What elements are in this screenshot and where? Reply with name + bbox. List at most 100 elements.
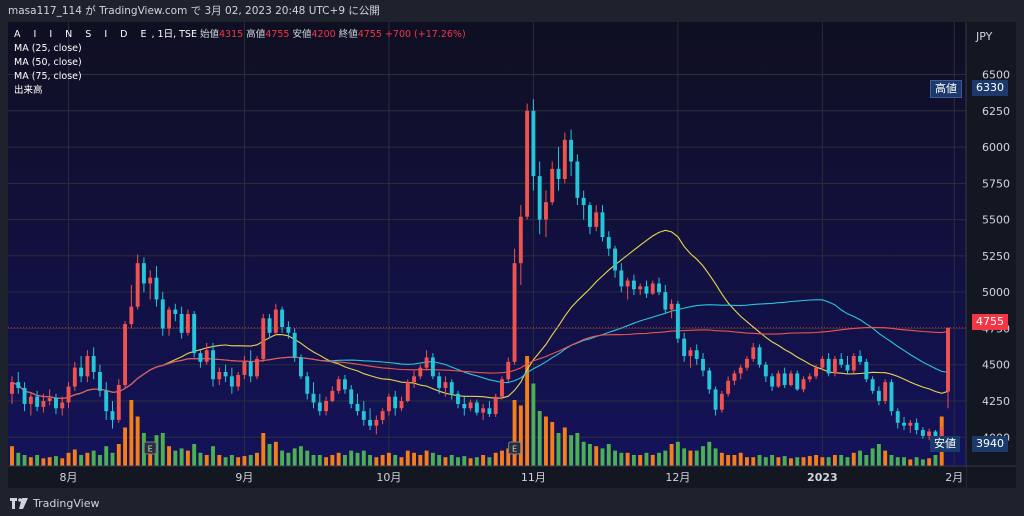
earnings-marker[interactable]: E bbox=[508, 441, 522, 455]
candle-body bbox=[650, 283, 655, 294]
volume-bar bbox=[110, 452, 115, 466]
volume-bar bbox=[324, 457, 329, 466]
candle-body bbox=[920, 430, 925, 436]
volume-bar bbox=[211, 446, 215, 466]
candle-body bbox=[870, 379, 875, 391]
legend-symbol-row: A I I N S I D E, 1日, TSE 始値4315 高値4755 安… bbox=[14, 28, 466, 42]
price-tick-label: 5750 bbox=[982, 177, 1010, 190]
volume-bar bbox=[317, 455, 322, 466]
volume-bar bbox=[299, 446, 303, 466]
earnings-marker[interactable]: E bbox=[143, 441, 157, 455]
time-tick-label: 8月 bbox=[60, 471, 78, 484]
volume-bar bbox=[47, 457, 52, 466]
candle-body bbox=[474, 402, 479, 413]
volume-bar bbox=[54, 456, 58, 466]
legend-volume[interactable]: 出来高 bbox=[14, 84, 466, 98]
tradingview-logo[interactable]: TradingView bbox=[10, 497, 99, 510]
candle-body bbox=[418, 367, 423, 377]
volume-bar bbox=[273, 441, 278, 466]
candle-body bbox=[908, 422, 913, 426]
volume-bar bbox=[581, 441, 586, 466]
candle-body bbox=[531, 110, 536, 177]
candle-body bbox=[72, 367, 77, 387]
candle-body bbox=[462, 403, 467, 409]
candle-body bbox=[22, 387, 27, 404]
chart-legend: A I I N S I D E, 1日, TSE 始値4315 高値4755 安… bbox=[14, 28, 466, 98]
last-price-tag: 4755 bbox=[972, 314, 1008, 330]
volume-bar bbox=[713, 448, 718, 466]
volume-bar bbox=[631, 455, 636, 466]
volume-bar bbox=[305, 450, 310, 466]
candle-body bbox=[726, 380, 731, 394]
candle-body bbox=[198, 353, 203, 362]
candle-body bbox=[342, 379, 347, 390]
price-tick-label: 5000 bbox=[982, 286, 1010, 299]
price-tick-label: 6000 bbox=[982, 141, 1010, 154]
candle-body bbox=[267, 318, 272, 333]
volume-bar bbox=[914, 457, 919, 466]
legend-high-label: 高値 bbox=[246, 29, 266, 40]
candle-body bbox=[719, 393, 724, 410]
volume-bar bbox=[104, 446, 109, 466]
candle-body bbox=[28, 396, 33, 404]
volume-bar bbox=[405, 450, 410, 466]
volume-bar bbox=[531, 383, 536, 466]
time-tick-label: 2023 bbox=[807, 471, 838, 484]
candle-body bbox=[60, 402, 65, 409]
volume-bar bbox=[386, 452, 391, 466]
legend-ma50[interactable]: MA (50, close) bbox=[14, 56, 466, 70]
candle-body bbox=[229, 376, 234, 387]
volume-bar bbox=[889, 455, 894, 466]
volume-bar bbox=[462, 456, 467, 466]
time-tick-label: 2月 bbox=[945, 471, 963, 484]
candle-body bbox=[757, 347, 762, 365]
candle-body bbox=[569, 139, 574, 162]
candle bbox=[493, 393, 498, 417]
candle-body bbox=[380, 411, 385, 420]
volume-bar bbox=[751, 457, 756, 466]
volume-bar bbox=[782, 456, 787, 466]
candle-body bbox=[317, 402, 322, 412]
volume-bar bbox=[248, 455, 253, 466]
volume-bar bbox=[575, 433, 580, 466]
volume-bar bbox=[669, 444, 674, 466]
candle-body bbox=[280, 309, 285, 328]
legend-ma25[interactable]: MA (25, close) bbox=[14, 42, 466, 56]
legend-symbol: A I I N S I D E bbox=[14, 29, 152, 40]
candle-body bbox=[16, 382, 21, 388]
volume-bar bbox=[738, 452, 743, 466]
volume-bar bbox=[500, 450, 504, 466]
volume-bar bbox=[79, 455, 84, 466]
volume-bar bbox=[292, 448, 297, 466]
candle-body bbox=[91, 356, 96, 372]
volume-bar bbox=[732, 455, 737, 466]
candle bbox=[851, 353, 856, 374]
legend-ma75[interactable]: MA (75, close) bbox=[14, 70, 466, 84]
volume-bar bbox=[826, 457, 831, 466]
earnings-marker-label: E bbox=[512, 445, 517, 454]
volume-bar bbox=[550, 422, 555, 466]
candle-body bbox=[355, 403, 360, 412]
candle-body bbox=[594, 212, 599, 227]
candle-body bbox=[701, 358, 705, 371]
volume-bar bbox=[236, 457, 241, 466]
volume-bar bbox=[22, 455, 27, 466]
candle-body bbox=[449, 382, 454, 394]
legend-open-value: 4315 bbox=[219, 29, 244, 40]
volume-bar bbox=[512, 400, 517, 466]
volume-bar bbox=[41, 458, 46, 466]
volume-bar bbox=[613, 450, 618, 466]
volume-bar bbox=[606, 444, 611, 466]
footer-bar: TradingView bbox=[0, 490, 1024, 516]
candle-body bbox=[839, 358, 844, 365]
candle-body bbox=[883, 382, 888, 402]
volume-bar bbox=[883, 450, 888, 466]
volume-bar bbox=[657, 452, 661, 466]
volume-bar bbox=[933, 455, 938, 466]
candle-body bbox=[864, 361, 869, 380]
candle bbox=[512, 248, 517, 365]
volume-bar bbox=[393, 455, 398, 466]
candle-body bbox=[669, 303, 674, 310]
candle-body bbox=[47, 398, 52, 402]
volume-bar bbox=[858, 450, 863, 466]
